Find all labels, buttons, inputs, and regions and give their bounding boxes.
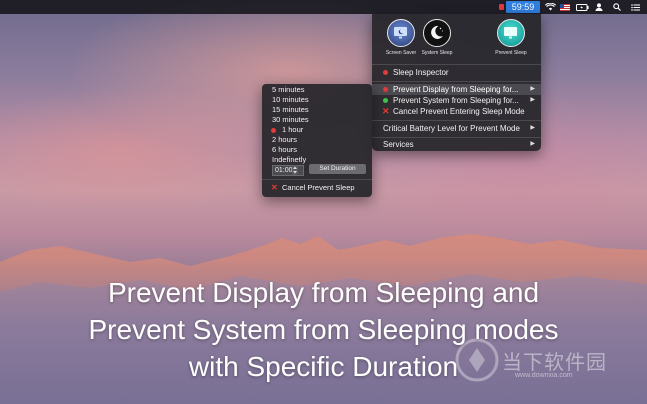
caption-line: with Specific Duration — [188, 351, 459, 382]
custom-duration-field[interactable]: 01:00 — [272, 165, 304, 176]
menu-item-cancel-prevent[interactable]: ✕ Cancel Prevent Entering Sleep Mode — [372, 106, 541, 117]
menu-item-prevent-display[interactable]: Prevent Display from Sleeping for... ▶ — [372, 84, 541, 95]
promo-caption: Prevent Display from Sleeping and Preven… — [0, 274, 647, 385]
set-duration-button[interactable]: Set Duration — [309, 164, 366, 174]
selected-dot-icon — [271, 127, 276, 133]
cancel-label: Cancel Prevent Sleep — [282, 183, 355, 192]
screen-saver-icon — [387, 19, 415, 47]
submenu-arrow-icon: ▶ — [530, 86, 535, 92]
menu-item-label: Prevent System from Sleeping for... — [393, 96, 519, 105]
submenu-arrow-icon: ▶ — [530, 97, 535, 103]
user-icon[interactable] — [593, 0, 605, 14]
red-x-icon: ✕ — [382, 106, 390, 116]
notification-list-icon[interactable] — [629, 0, 641, 14]
red-x-icon: ✕ — [271, 183, 278, 192]
wifi-icon[interactable] — [543, 0, 557, 14]
duration-option[interactable]: 5 minutes — [272, 85, 305, 95]
prevent-sleep-button[interactable]: Prevent Sleep — [494, 19, 528, 56]
moon-icon — [423, 19, 451, 47]
screen-saver-button[interactable]: Screen Saver — [384, 19, 418, 56]
menu-item-critical-battery[interactable]: Critical Battery Level for Prevent Mode … — [372, 123, 541, 134]
indicator-icon — [499, 4, 504, 10]
duration-option[interactable]: Indefinetly — [272, 155, 306, 165]
duration-stepper[interactable] — [292, 165, 298, 175]
menu-item-label: Prevent Display from Sleeping for... — [393, 85, 519, 94]
submenu-arrow-icon: ▶ — [530, 125, 535, 131]
duration-label: 1 hour — [282, 125, 304, 134]
menu-bar: 59:59 — [0, 0, 647, 14]
system-sleep-label: System Sleep — [421, 50, 453, 56]
flag-icon[interactable] — [558, 0, 572, 14]
menu-separator — [262, 179, 372, 180]
duration-option-selected[interactable]: 1 hour — [271, 125, 304, 135]
menu-item-sleep-inspector[interactable]: Sleep Inspector — [372, 67, 541, 78]
red-status-icon — [383, 87, 388, 92]
system-sleep-button[interactable]: System Sleep — [420, 19, 454, 56]
cancel-prevent-sleep-item[interactable]: ✕ Cancel Prevent Sleep — [271, 183, 355, 193]
menu-separator — [372, 120, 541, 121]
caption-line: Prevent Display from Sleeping and — [107, 277, 540, 308]
caption-line: Prevent System from Sleeping modes — [88, 314, 559, 345]
menu-separator — [372, 64, 541, 65]
prevent-sleep-label: Prevent Sleep — [495, 50, 527, 56]
timer-label: 59:59 — [511, 2, 535, 12]
red-status-icon — [383, 70, 388, 75]
app-dropdown-menu: Screen Saver System Sleep Prevent Sleep … — [372, 14, 541, 151]
menu-item-label: Services — [383, 140, 414, 149]
duration-submenu: 5 minutes 10 minutes 15 minutes 30 minut… — [262, 84, 372, 197]
menu-separator — [372, 137, 541, 138]
duration-option[interactable]: 15 minutes — [272, 105, 309, 115]
spotlight-icon[interactable] — [611, 0, 623, 14]
menu-item-label: Critical Battery Level for Prevent Mode — [383, 124, 520, 133]
menu-item-services[interactable]: Services ▶ — [372, 139, 541, 150]
screen-saver-label: Screen Saver — [385, 50, 417, 56]
duration-option[interactable]: 6 hours — [272, 145, 297, 155]
menu-separator — [372, 81, 541, 82]
duration-option[interactable]: 30 minutes — [272, 115, 309, 125]
menu-item-label: Sleep Inspector — [393, 68, 449, 77]
submenu-arrow-icon: ▶ — [530, 141, 535, 147]
timer-status-item[interactable]: 59:59 — [499, 1, 540, 13]
prevent-sleep-icon — [497, 19, 525, 47]
menu-item-prevent-system[interactable]: Prevent System from Sleeping for... ▶ — [372, 95, 541, 106]
battery-icon[interactable] — [574, 0, 590, 14]
menu-item-label: Cancel Prevent Entering Sleep Mode — [393, 107, 525, 116]
duration-option[interactable]: 10 minutes — [272, 95, 309, 105]
duration-option[interactable]: 2 hours — [272, 135, 297, 145]
green-status-icon — [383, 98, 388, 103]
